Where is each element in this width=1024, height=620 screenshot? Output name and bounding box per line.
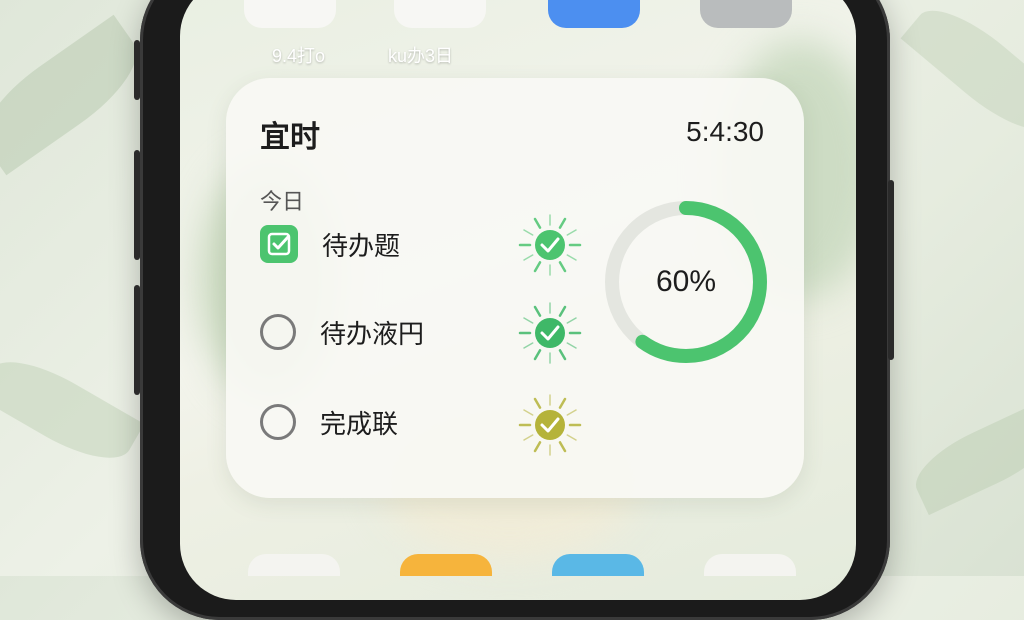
progress-percent-label: 60%	[655, 265, 717, 298]
task-row[interactable]: 待办液円	[260, 312, 424, 352]
task-label: 完成联	[320, 408, 399, 439]
app-icon[interactable]	[248, 554, 340, 576]
burst-ray	[533, 261, 542, 273]
status-burst-icon	[518, 214, 582, 276]
background-leaf	[0, 344, 145, 476]
app-icon[interactable]	[394, 0, 486, 28]
task-row[interactable]: 完成联	[260, 402, 398, 442]
phone-power-button[interactable]	[888, 180, 894, 360]
status-check-circle	[535, 230, 565, 260]
app-icon[interactable]	[548, 0, 640, 28]
status-check-circle	[535, 410, 565, 440]
burst-ray	[533, 305, 542, 317]
app-icon[interactable]	[244, 0, 336, 28]
burst-ray	[558, 441, 567, 453]
burst-ray	[558, 397, 567, 409]
burst-ray	[566, 254, 577, 261]
burst-ray	[523, 229, 534, 236]
app-label: ku办3日	[388, 46, 454, 66]
checkmark-icon	[267, 232, 291, 256]
app-icon[interactable]	[400, 554, 492, 576]
status-burst-icon	[518, 394, 582, 456]
burst-ray	[566, 409, 577, 416]
checkbox-unchecked[interactable]	[260, 314, 296, 350]
burst-ray	[523, 342, 534, 349]
checkbox-unchecked[interactable]	[260, 404, 296, 440]
burst-ray	[523, 254, 534, 261]
widget-time: 5:4:30	[686, 116, 764, 147]
burst-ray	[558, 261, 567, 273]
burst-ray	[558, 349, 567, 361]
burst-ray	[523, 434, 534, 441]
burst-ray	[523, 409, 534, 416]
app-icon[interactable]	[552, 554, 644, 576]
task-row[interactable]: 待办题	[260, 224, 400, 264]
burst-ray	[533, 397, 542, 409]
burst-ray	[566, 434, 577, 441]
burst-ray	[533, 217, 542, 229]
burst-ray	[558, 217, 567, 229]
task-widget[interactable]: 宜时 5:4:30 今日 待办题 待办液円 完成联 60%	[226, 78, 804, 498]
phone-volume-down-button[interactable]	[134, 285, 140, 395]
background-leaf	[900, 0, 1024, 148]
section-label: 今日	[260, 189, 305, 214]
background-leaf	[0, 14, 154, 176]
task-label: 待办液円	[320, 318, 425, 349]
app-icon[interactable]	[700, 0, 792, 28]
status-burst-icon	[518, 302, 582, 364]
burst-ray	[566, 342, 577, 349]
burst-ray	[523, 317, 534, 324]
status-check-circle	[535, 318, 565, 348]
checkbox-checked[interactable]	[260, 225, 298, 263]
background-leaf	[905, 400, 1024, 516]
phone-side-button[interactable]	[134, 40, 140, 100]
widget-title: 宜时	[260, 121, 320, 154]
app-icon[interactable]	[704, 554, 796, 576]
app-label: 9.4打o	[272, 46, 326, 66]
burst-ray	[533, 441, 542, 453]
burst-ray	[566, 229, 577, 236]
burst-ray	[566, 317, 577, 324]
phone-volume-up-button[interactable]	[134, 150, 140, 260]
burst-ray	[558, 305, 567, 317]
burst-ray	[533, 349, 542, 361]
task-label: 待办题	[322, 230, 401, 261]
